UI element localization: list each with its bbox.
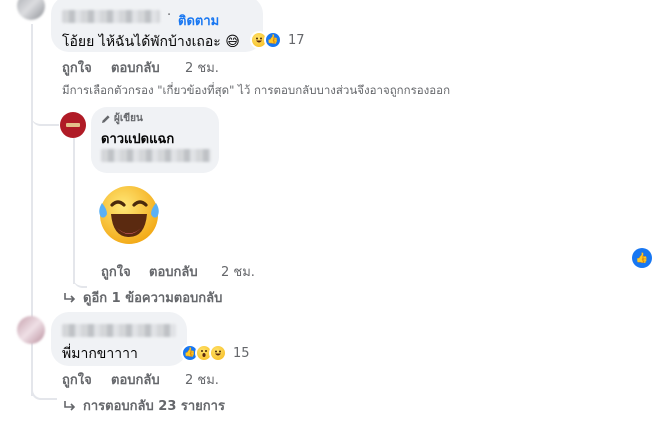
comment1-avatar[interactable] [17,0,45,20]
comment1-reply-button[interactable]: ตอบกลับ [111,57,160,78]
comment1-timestamp[interactable]: 2 ชม. [185,57,219,78]
reply1-text-redacted [101,149,211,162]
reply-arrow-icon [64,400,76,411]
comment2-avatar[interactable] [17,316,45,344]
reply-arrow-icon [64,292,76,303]
comment2-reactions[interactable]: 👍 15 [181,344,250,362]
author-badge: ผู้เขียน [101,111,143,126]
comment2-timestamp[interactable]: 2 ชม. [185,369,219,390]
reply1-laugh-sticker [94,181,164,249]
reply1-timestamp[interactable]: 2 ชม. [221,261,255,282]
comment2-text: พี่มากขาาาา [62,346,138,362]
laugh-emoji-icon [209,344,227,362]
reply1-thread-line [73,138,75,284]
reply1-author-name[interactable]: ดาวแปดแฉก [101,128,174,149]
comment1-reaction-count: 17 [288,32,305,48]
comment1-author-name-redacted[interactable] [62,10,160,23]
comment1-text: โอ้ยย ไห้ฉันได้พักบ้างเถอะ 😅 [62,34,240,50]
reply1-like-button[interactable]: ถูกใจ [101,261,131,282]
author-badge-label: ผู้เขียน [114,113,143,124]
view-replies-link[interactable]: การตอบกลับ 23 รายการ [63,395,225,416]
follow-link[interactable]: ติดตาม [178,10,219,31]
view-more-replies-link[interactable]: ดูอีก 1 ข้อความตอบกลับ [63,287,222,308]
view-replies-label: การตอบกลับ 23 รายการ [83,399,225,414]
reply1-avatar[interactable] [60,112,86,138]
reply1-like-reaction-icon[interactable]: 👍 [632,248,652,268]
reply1-reply-button[interactable]: ตอบกลับ [149,261,198,282]
reply1-avatar-logo [66,123,80,127]
comment2-reaction-count: 15 [233,345,250,361]
comment2-like-button[interactable]: ถูกใจ [62,369,92,390]
follow-dot: · [167,8,172,23]
like-icon: 👍 [264,31,282,49]
comment2-author-name-redacted[interactable] [62,324,176,337]
comment1-like-button[interactable]: ถูกใจ [62,57,92,78]
replies-count-connector [31,386,57,400]
comment2-reply-button[interactable]: ตอบกลับ [111,369,160,390]
reply1-connector [31,100,59,126]
pencil-icon [102,114,110,123]
filter-notice: มีการเลือกตัวกรอง "เกี่ยวข้องที่สุด" ไว้… [62,83,451,97]
view-more-replies-label: ดูอีก 1 ข้อความตอบกลับ [83,291,223,306]
comment1-reactions[interactable]: 👍 17 [250,31,305,49]
